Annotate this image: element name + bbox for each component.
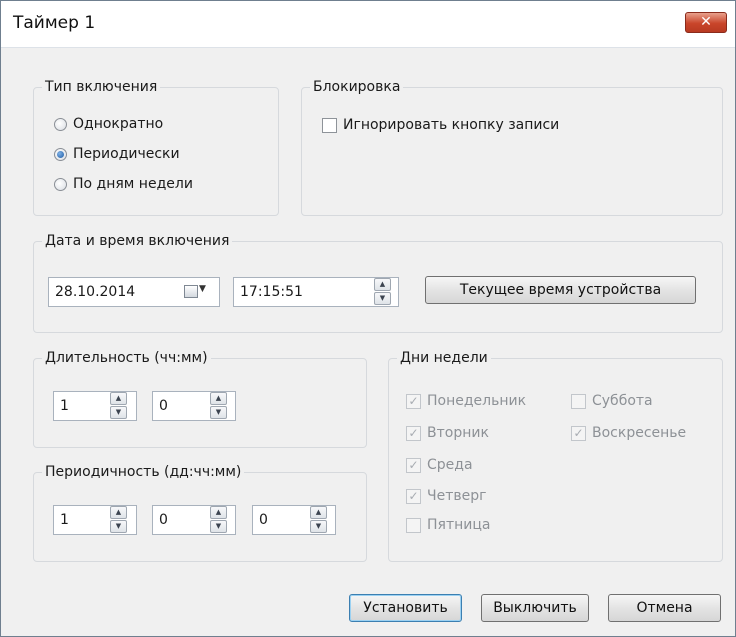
radio-button[interactable] bbox=[54, 177, 67, 191]
radio-weekdays-label: По дням недели bbox=[73, 176, 193, 192]
spin-down-icon[interactable]: ▼ bbox=[210, 520, 227, 533]
periodicity-days-spinner[interactable]: ▲ ▼ bbox=[110, 506, 127, 534]
close-button[interactable]: ✕ bbox=[685, 12, 727, 33]
radio-periodic-label: Периодически bbox=[73, 146, 180, 162]
spin-down-icon[interactable]: ▼ bbox=[110, 406, 127, 419]
checkbox-sunday[interactable]: ✓ Воскресенье bbox=[571, 425, 686, 441]
duration-minutes-spinner[interactable]: ▲ ▼ bbox=[210, 392, 227, 420]
spin-up-icon[interactable]: ▲ bbox=[310, 506, 327, 519]
radio-button[interactable] bbox=[54, 117, 67, 131]
spin-up-icon[interactable]: ▲ bbox=[110, 392, 127, 405]
spin-down-icon[interactable]: ▼ bbox=[374, 292, 391, 305]
spin-up-icon[interactable]: ▲ bbox=[210, 392, 227, 405]
radio-button[interactable] bbox=[54, 147, 67, 161]
calendar-icon[interactable] bbox=[184, 285, 198, 298]
activation-type-group: Тип включения Однократно Периодически По… bbox=[33, 77, 279, 216]
cancel-button[interactable]: Отмена bbox=[608, 594, 721, 622]
checkbox[interactable]: ✓ bbox=[406, 425, 421, 441]
close-icon: ✕ bbox=[700, 14, 712, 30]
checkbox-thursday[interactable]: ✓ Четверг bbox=[406, 488, 486, 504]
weekdays-legend: Дни недели bbox=[397, 348, 491, 368]
spin-down-icon[interactable]: ▼ bbox=[210, 406, 227, 419]
checkbox-tuesday[interactable]: ✓ Вторник bbox=[406, 425, 489, 441]
checkbox[interactable]: ✓ bbox=[571, 425, 586, 441]
checkbox-wednesday-label: Среда bbox=[427, 457, 473, 473]
spin-down-icon[interactable]: ▼ bbox=[310, 520, 327, 533]
checkbox-saturday[interactable]: Суббота bbox=[571, 393, 653, 409]
checkbox-tuesday-label: Вторник bbox=[427, 425, 489, 441]
set-button[interactable]: Установить bbox=[349, 594, 462, 622]
periodicity-hours-spinner[interactable]: ▲ ▼ bbox=[210, 506, 227, 534]
spin-up-icon[interactable]: ▲ bbox=[374, 278, 391, 291]
periodicity-legend: Периодичность (дд:чч:мм) bbox=[42, 462, 245, 482]
duration-hours-spinner[interactable]: ▲ ▼ bbox=[110, 392, 127, 420]
checkbox-thursday-label: Четверг bbox=[427, 488, 487, 504]
spin-up-icon[interactable]: ▲ bbox=[110, 506, 127, 519]
date-value: 28.10.2014 bbox=[55, 284, 136, 300]
checkbox-friday[interactable]: Пятница bbox=[406, 517, 490, 533]
time-value: 17:15:51 bbox=[240, 284, 303, 300]
spin-down-icon[interactable]: ▼ bbox=[110, 520, 127, 533]
checkbox-monday[interactable]: ✓ Понедельник bbox=[406, 393, 526, 409]
checkbox[interactable]: ✓ bbox=[406, 488, 421, 504]
device-time-button[interactable]: Текущее время устройства bbox=[425, 276, 696, 304]
activation-type-legend: Тип включения bbox=[42, 77, 161, 97]
periodicity-minutes-spinner[interactable]: ▲ ▼ bbox=[310, 506, 327, 534]
ignore-record-label: Игнорировать кнопку записи bbox=[343, 117, 560, 133]
radio-once[interactable]: Однократно bbox=[54, 116, 163, 132]
lock-group: Блокировка Игнорировать кнопку записи bbox=[301, 77, 723, 216]
checkbox[interactable]: ✓ bbox=[406, 393, 421, 409]
title-bar: Таймер 1 ✕ bbox=[1, 1, 735, 48]
periodicity-days-value: 1 bbox=[60, 512, 69, 528]
radio-once-label: Однократно bbox=[73, 116, 164, 132]
duration-minutes-value: 0 bbox=[159, 398, 168, 414]
radio-weekdays[interactable]: По дням недели bbox=[54, 176, 193, 192]
checkbox-friday-label: Пятница bbox=[427, 517, 491, 533]
window-title: Таймер 1 bbox=[13, 13, 96, 33]
disable-button[interactable]: Выключить bbox=[481, 594, 589, 622]
datetime-legend: Дата и время включения bbox=[42, 231, 233, 251]
checkbox-monday-label: Понедельник bbox=[427, 393, 527, 409]
duration-legend: Длительность (чч:мм) bbox=[42, 348, 211, 368]
timer-dialog: Таймер 1 ✕ Тип включения Однократно Пери… bbox=[0, 0, 736, 637]
spin-up-icon[interactable]: ▲ bbox=[210, 506, 227, 519]
lock-legend: Блокировка bbox=[310, 77, 404, 97]
chevron-down-icon[interactable]: ▼ bbox=[199, 284, 206, 294]
checkbox[interactable] bbox=[406, 517, 421, 533]
periodicity-minutes-value: 0 bbox=[259, 512, 268, 528]
checkbox[interactable]: ✓ bbox=[406, 457, 421, 473]
checkbox-wednesday[interactable]: ✓ Среда bbox=[406, 457, 473, 473]
checkbox[interactable] bbox=[571, 393, 586, 409]
radio-periodic[interactable]: Периодически bbox=[54, 146, 180, 162]
periodicity-hours-value: 0 bbox=[159, 512, 168, 528]
checkbox-sunday-label: Воскресенье bbox=[592, 425, 687, 441]
checkbox[interactable] bbox=[322, 117, 337, 133]
time-spinner[interactable]: ▲ ▼ bbox=[374, 278, 391, 306]
duration-hours-value: 1 bbox=[60, 398, 69, 414]
ignore-record-checkbox[interactable]: Игнорировать кнопку записи bbox=[322, 117, 559, 133]
checkbox-saturday-label: Суббота bbox=[592, 393, 653, 409]
